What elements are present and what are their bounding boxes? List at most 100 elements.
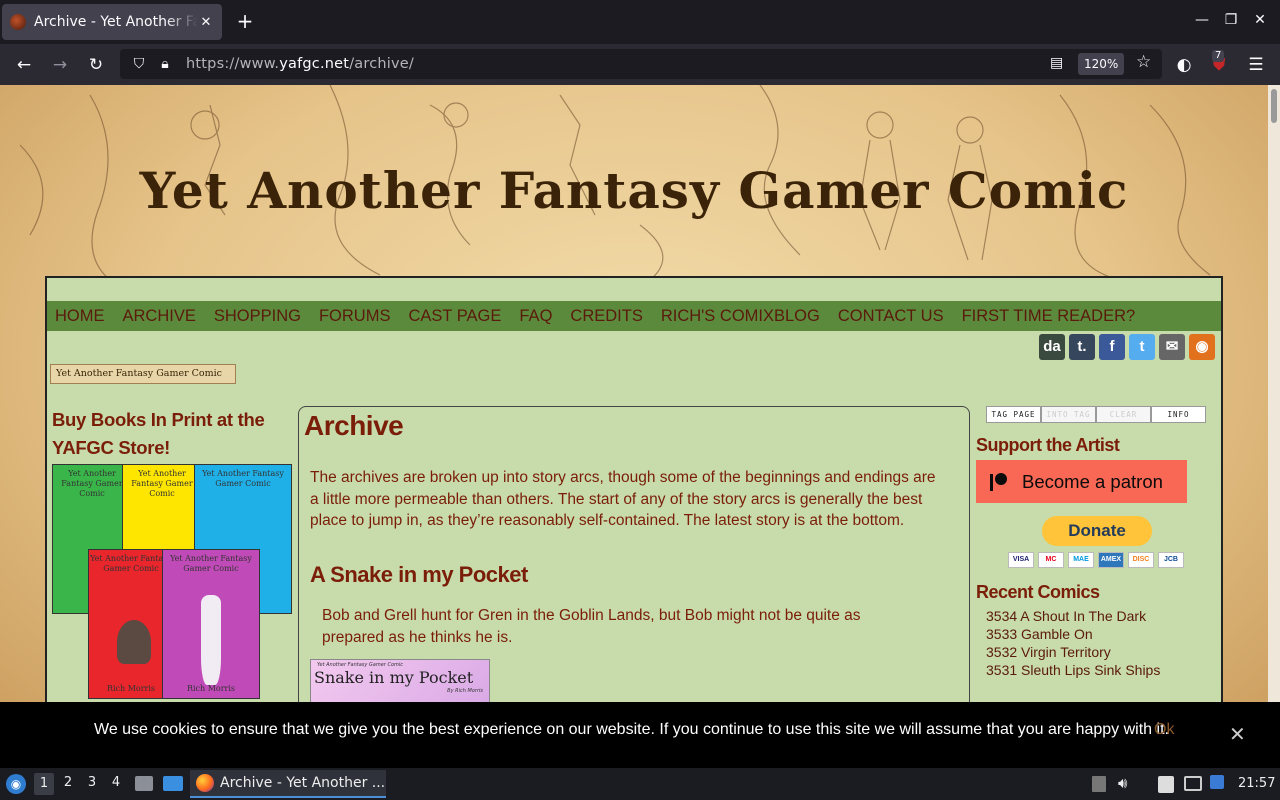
book-cover-title: Yet Another Fantasy Gamer Comic <box>61 469 123 498</box>
menu-item-comixblog[interactable]: RICH'S COMIXBLOG <box>661 307 820 326</box>
right-sidebar: TAG PAGE INTO TAG CLEAR INFO Support the… <box>976 406 1216 679</box>
workspace-2[interactable]: 2 <box>58 775 78 790</box>
support-heading: Support the Artist <box>976 435 1120 455</box>
file-manager-icon[interactable] <box>135 776 153 791</box>
back-arrow-icon[interactable]: ← <box>11 52 37 78</box>
extension-badge: 7 <box>1212 50 1225 62</box>
book-cover-title: Yet Another Fantasy Gamer Comic <box>170 554 252 573</box>
visa-icon: VISA <box>1008 552 1034 568</box>
shield-icon[interactable]: ⛉ <box>126 56 152 72</box>
reader-view-icon[interactable]: ▤ <box>1050 55 1063 71</box>
menu-hamburger-icon[interactable]: ☰ <box>1243 52 1269 78</box>
notes-icon[interactable] <box>1158 776 1174 793</box>
recent-comic-link[interactable]: 3531 Sleuth Lips Sink Ships <box>986 661 1216 679</box>
twitter-icon[interactable]: t <box>1129 334 1155 360</box>
reload-icon[interactable]: ↻ <box>83 52 109 78</box>
address-bar[interactable]: ⛉ 🔒︎ https://www.yafgc.net/archive/ ▤ 12… <box>120 49 1162 79</box>
small-site-banner[interactable]: Yet Another Fantasy Gamer Comic <box>50 364 236 384</box>
patreon-icon <box>990 472 1008 492</box>
sync-icon[interactable]: ◐ <box>1171 52 1197 78</box>
scrollbar-thumb[interactable] <box>1271 89 1277 123</box>
taskbar-firefox-window[interactable]: Archive - Yet Another ... <box>190 770 386 798</box>
menu-item-first-time-reader[interactable]: FIRST TIME READER? <box>962 307 1136 326</box>
url-path: /archive/ <box>349 56 414 72</box>
app-menu-icon[interactable]: ◉ <box>6 774 26 794</box>
story-arc-description: Bob and Grell hunt for Gren in the Gobli… <box>322 607 861 646</box>
workspace-1[interactable]: 1 <box>34 773 54 795</box>
workspace-3[interactable]: 3 <box>82 775 102 790</box>
close-icon[interactable]: ✕ <box>1229 722 1246 747</box>
restore-icon[interactable]: ❐ <box>1221 12 1241 28</box>
cookie-text: We use cookies to ensure that we give yo… <box>94 721 1169 738</box>
web-page: Yet Another Fantasy Gamer Comic HOME ARC… <box>0 85 1268 768</box>
workspace-4[interactable]: 4 <box>106 775 126 790</box>
menu-item-contact-us[interactable]: CONTACT US <box>838 307 944 326</box>
rss-icon[interactable]: ◉ <box>1189 334 1215 360</box>
url-text[interactable]: https://www.yafgc.net/archive/ <box>186 56 414 72</box>
browser-tab[interactable]: Archive - Yet Another Fantasy Gamer Comi… <box>2 4 222 40</box>
plus-icon[interactable]: + <box>234 10 256 32</box>
menu-item-home[interactable]: HOME <box>55 307 105 326</box>
bookmark-star-icon[interactable]: ☆ <box>1136 52 1151 72</box>
story-arc-title[interactable]: A Snake in my Pocket <box>310 562 528 588</box>
mastercard-icon: MC <box>1038 552 1064 568</box>
deviantart-icon[interactable]: da <box>1039 334 1065 360</box>
payment-cards: VISA MC MAE AMEX DISC JCB <box>1008 552 1216 568</box>
tumblr-icon[interactable]: t. <box>1069 334 1095 360</box>
books-image[interactable]: Yet Another Fantasy Gamer Comic Yet Anot… <box>52 464 292 699</box>
cookie-ok-button[interactable]: Ok <box>1154 721 1174 739</box>
into-tag-button[interactable]: INTO TAG <box>1041 406 1096 423</box>
recent-comics-heading: Recent Comics <box>976 582 1100 602</box>
main-menu: HOME ARCHIVE SHOPPING FORUMS CAST PAGE F… <box>47 301 1221 331</box>
desktop-icon[interactable] <box>163 776 183 791</box>
book-author: Rich Morris <box>106 684 156 693</box>
site-favicon-icon <box>10 14 26 30</box>
url-domain: yafgc.net <box>279 56 350 72</box>
menu-item-cast-page[interactable]: CAST PAGE <box>408 307 501 326</box>
clear-button[interactable]: CLEAR <box>1096 406 1151 423</box>
recent-comic-link[interactable]: 3534 A Shout In The Dark <box>986 607 1216 625</box>
recent-comic-link[interactable]: 3532 Virgin Territory <box>986 643 1216 661</box>
thumb-title: Snake in my Pocket <box>314 668 474 687</box>
recent-comic-link[interactable]: 3533 Gamble On <box>986 625 1216 643</box>
minimize-icon[interactable]: — <box>1192 12 1212 28</box>
amex-icon: AMEX <box>1098 552 1124 568</box>
system-taskbar: ◉ 1 2 3 4 Archive - Yet Another ... 🔊︎ 2… <box>0 768 1280 800</box>
patron-label: Become a patron <box>1022 470 1163 492</box>
store-heading[interactable]: Buy Books In Print at the YAFGC Store! <box>52 406 292 462</box>
menu-item-archive[interactable]: ARCHIVE <box>123 307 196 326</box>
tag-page-button[interactable]: TAG PAGE <box>986 406 1041 423</box>
book-cover-title: Yet Another Fantasy Gamer Comic <box>202 469 284 488</box>
top-strip <box>47 278 1221 300</box>
clipboard-icon[interactable] <box>1092 776 1106 792</box>
site-banner[interactable]: Yet Another Fantasy Gamer Comic <box>0 85 1268 280</box>
cookie-notice: We use cookies to ensure that we give yo… <box>0 702 1280 768</box>
paypal-donate-button[interactable]: Donate <box>1042 516 1152 546</box>
page-scrollbar[interactable] <box>1268 85 1280 768</box>
facebook-icon[interactable]: f <box>1099 334 1125 360</box>
book-author: Rich Morris <box>186 684 236 693</box>
menu-item-credits[interactable]: CREDITS <box>570 307 642 326</box>
zoom-level-button[interactable]: 120% <box>1078 53 1125 75</box>
navigation-toolbar: ← → ↻ ⛉ 🔒︎ https://www.yafgc.net/archive… <box>0 44 1280 85</box>
volume-icon[interactable]: 🔊︎ <box>1118 774 1127 792</box>
clock: 21:57 <box>1238 776 1276 791</box>
book-cover-title: Yet Another Fantasy Gamer Comic <box>131 469 193 498</box>
tab-strip: Archive - Yet Another Fantasy Gamer Comi… <box>0 0 1280 44</box>
menu-item-forums[interactable]: FORUMS <box>319 307 391 326</box>
close-tab-icon[interactable]: ✕ <box>198 15 214 30</box>
become-patron-button[interactable]: Become a patron <box>976 460 1187 503</box>
email-icon[interactable]: ✉ <box>1159 334 1185 360</box>
info-button[interactable]: INFO <box>1151 406 1206 423</box>
left-sidebar: Buy Books In Print at the YAFGC Store! Y… <box>52 406 292 699</box>
forward-arrow-icon[interactable]: → <box>47 52 73 78</box>
updates-icon[interactable] <box>1210 775 1224 789</box>
tab-title: Archive - Yet Another Fantasy Gamer Comi… <box>34 14 198 30</box>
lock-icon[interactable]: 🔒︎ <box>152 56 178 72</box>
book-cover-title: Yet Another Fantasy Gamer Comic <box>90 554 172 573</box>
menu-item-shopping[interactable]: SHOPPING <box>214 307 301 326</box>
menu-item-faq[interactable]: FAQ <box>519 307 552 326</box>
thumb-author: By Rich Morris <box>447 688 483 694</box>
display-icon[interactable] <box>1184 776 1202 791</box>
close-window-icon[interactable]: ✕ <box>1250 12 1270 28</box>
